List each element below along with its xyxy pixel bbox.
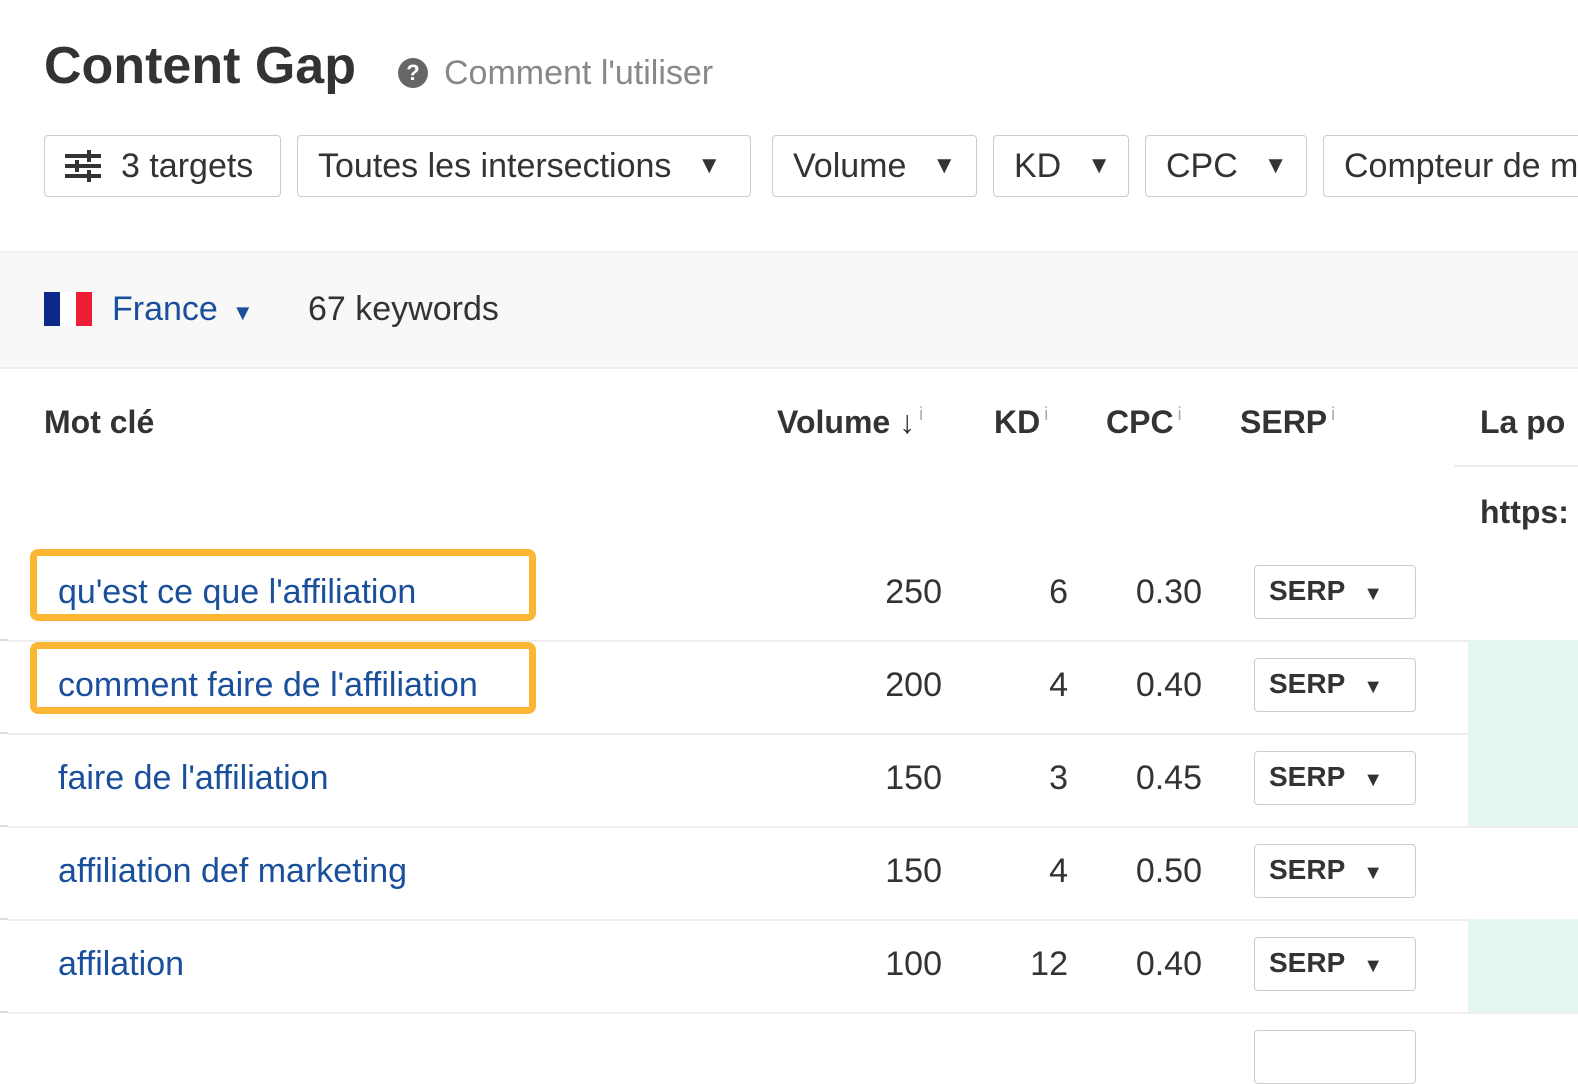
caret-down-icon: ▼ — [932, 152, 957, 179]
volume-label: Volume — [793, 146, 907, 185]
kd-cell: 4 — [1049, 852, 1068, 890]
header-position[interactable]: La po — [1480, 404, 1565, 441]
volume-cell: 150 — [885, 852, 942, 890]
sliders-icon — [65, 150, 101, 182]
header-target-url: https: — [1480, 494, 1569, 530]
intersections-dropdown[interactable]: Toutes les intersections ▼ — [297, 135, 751, 197]
volume-cell: 250 — [885, 573, 942, 611]
caret-down-icon: ▼ — [1263, 152, 1288, 179]
info-icon: i — [1177, 404, 1182, 424]
volume-cell: 150 — [885, 759, 942, 797]
how-to-link[interactable]: Comment l'utiliser — [444, 54, 713, 93]
cpc-filter[interactable]: CPC ▼ — [1145, 135, 1307, 197]
header-volume[interactable]: Volume ↓ i — [777, 404, 923, 441]
kd-cell: 12 — [1030, 945, 1068, 983]
table-row: affilation 100 12 0.40 SERP ▼ — [8, 919, 1578, 1014]
targets-button[interactable]: 3 targets — [44, 135, 281, 197]
info-icon: i — [919, 404, 924, 424]
caret-down-icon: ▼ — [1363, 583, 1384, 605]
row-tick — [0, 1011, 8, 1013]
page-title: Content Gap — [44, 37, 356, 95]
kd-cell: 3 — [1049, 759, 1068, 797]
keyword-link[interactable]: faire de l'affiliation — [58, 759, 328, 798]
targets-label: 3 targets — [121, 146, 254, 185]
caret-down-icon: ▼ — [1363, 676, 1384, 698]
kd-label: KD — [1014, 146, 1062, 185]
volume-filter[interactable]: Volume ▼ — [772, 135, 977, 197]
caret-down-icon: ▼ — [1363, 769, 1384, 791]
france-flag-icon — [44, 292, 92, 326]
caret-down-icon: ▼ — [697, 152, 722, 179]
cpc-cell: 0.40 — [1135, 666, 1202, 704]
intersections-label: Toutes les intersections — [318, 146, 672, 185]
cpc-cell: 0.45 — [1135, 759, 1202, 797]
highlight-box — [30, 642, 536, 714]
table-row: affiliation def marketing 150 4 0.50 SER… — [8, 826, 1578, 921]
keyword-link[interactable]: affiliation def marketing — [58, 852, 407, 891]
header-kd[interactable]: KD i — [994, 404, 1048, 441]
caret-down-icon: ▼ — [1087, 152, 1111, 179]
position-cell — [1468, 919, 1578, 1012]
row-tick — [0, 732, 8, 734]
kd-cell: 4 — [1049, 666, 1068, 704]
serp-button[interactable]: SERP ▼ — [1254, 844, 1416, 898]
country-label: France — [112, 290, 218, 328]
keyword-link[interactable]: affilation — [58, 945, 184, 984]
header-keyword[interactable]: Mot clé — [44, 404, 154, 441]
serp-button-partial[interactable] — [1254, 1030, 1416, 1084]
volume-cell: 100 — [885, 945, 942, 983]
header-serp[interactable]: SERP i — [1240, 404, 1335, 441]
row-tick — [0, 918, 8, 920]
row-tick — [0, 639, 8, 641]
kd-filter[interactable]: KD ▼ — [993, 135, 1129, 197]
help-icon[interactable]: ? — [398, 58, 428, 88]
caret-down-icon: ▼ — [231, 300, 254, 325]
cpc-cell: 0.50 — [1135, 852, 1202, 890]
serp-button[interactable]: SERP ▼ — [1254, 937, 1416, 991]
position-cell — [1468, 640, 1578, 733]
highlight-box — [30, 549, 536, 621]
position-cell — [1468, 733, 1578, 826]
info-icon: i — [1331, 404, 1336, 424]
counter-filter[interactable]: Compteur de m — [1323, 135, 1578, 197]
keyword-count: 67 keywords — [308, 290, 499, 328]
kd-cell: 6 — [1049, 573, 1068, 611]
row-tick — [0, 825, 8, 827]
header-divider — [1454, 465, 1578, 467]
cpc-cell: 0.30 — [1135, 573, 1202, 611]
serp-button[interactable]: SERP ▼ — [1254, 751, 1416, 805]
serp-button[interactable]: SERP ▼ — [1254, 565, 1416, 619]
cpc-label: CPC — [1166, 146, 1238, 185]
header-cpc[interactable]: CPC i — [1106, 404, 1182, 441]
volume-cell: 200 — [885, 666, 942, 704]
serp-button[interactable]: SERP ▼ — [1254, 658, 1416, 712]
table-row: faire de l'affiliation 150 3 0.45 SERP ▼ — [8, 733, 1578, 828]
cpc-cell: 0.40 — [1135, 945, 1202, 983]
counter-label: Compteur de m — [1344, 146, 1578, 185]
country-selector[interactable]: France ▼ — [112, 290, 254, 329]
caret-down-icon: ▼ — [1363, 955, 1384, 977]
info-icon: i — [1044, 404, 1049, 424]
caret-down-icon: ▼ — [1363, 862, 1384, 884]
